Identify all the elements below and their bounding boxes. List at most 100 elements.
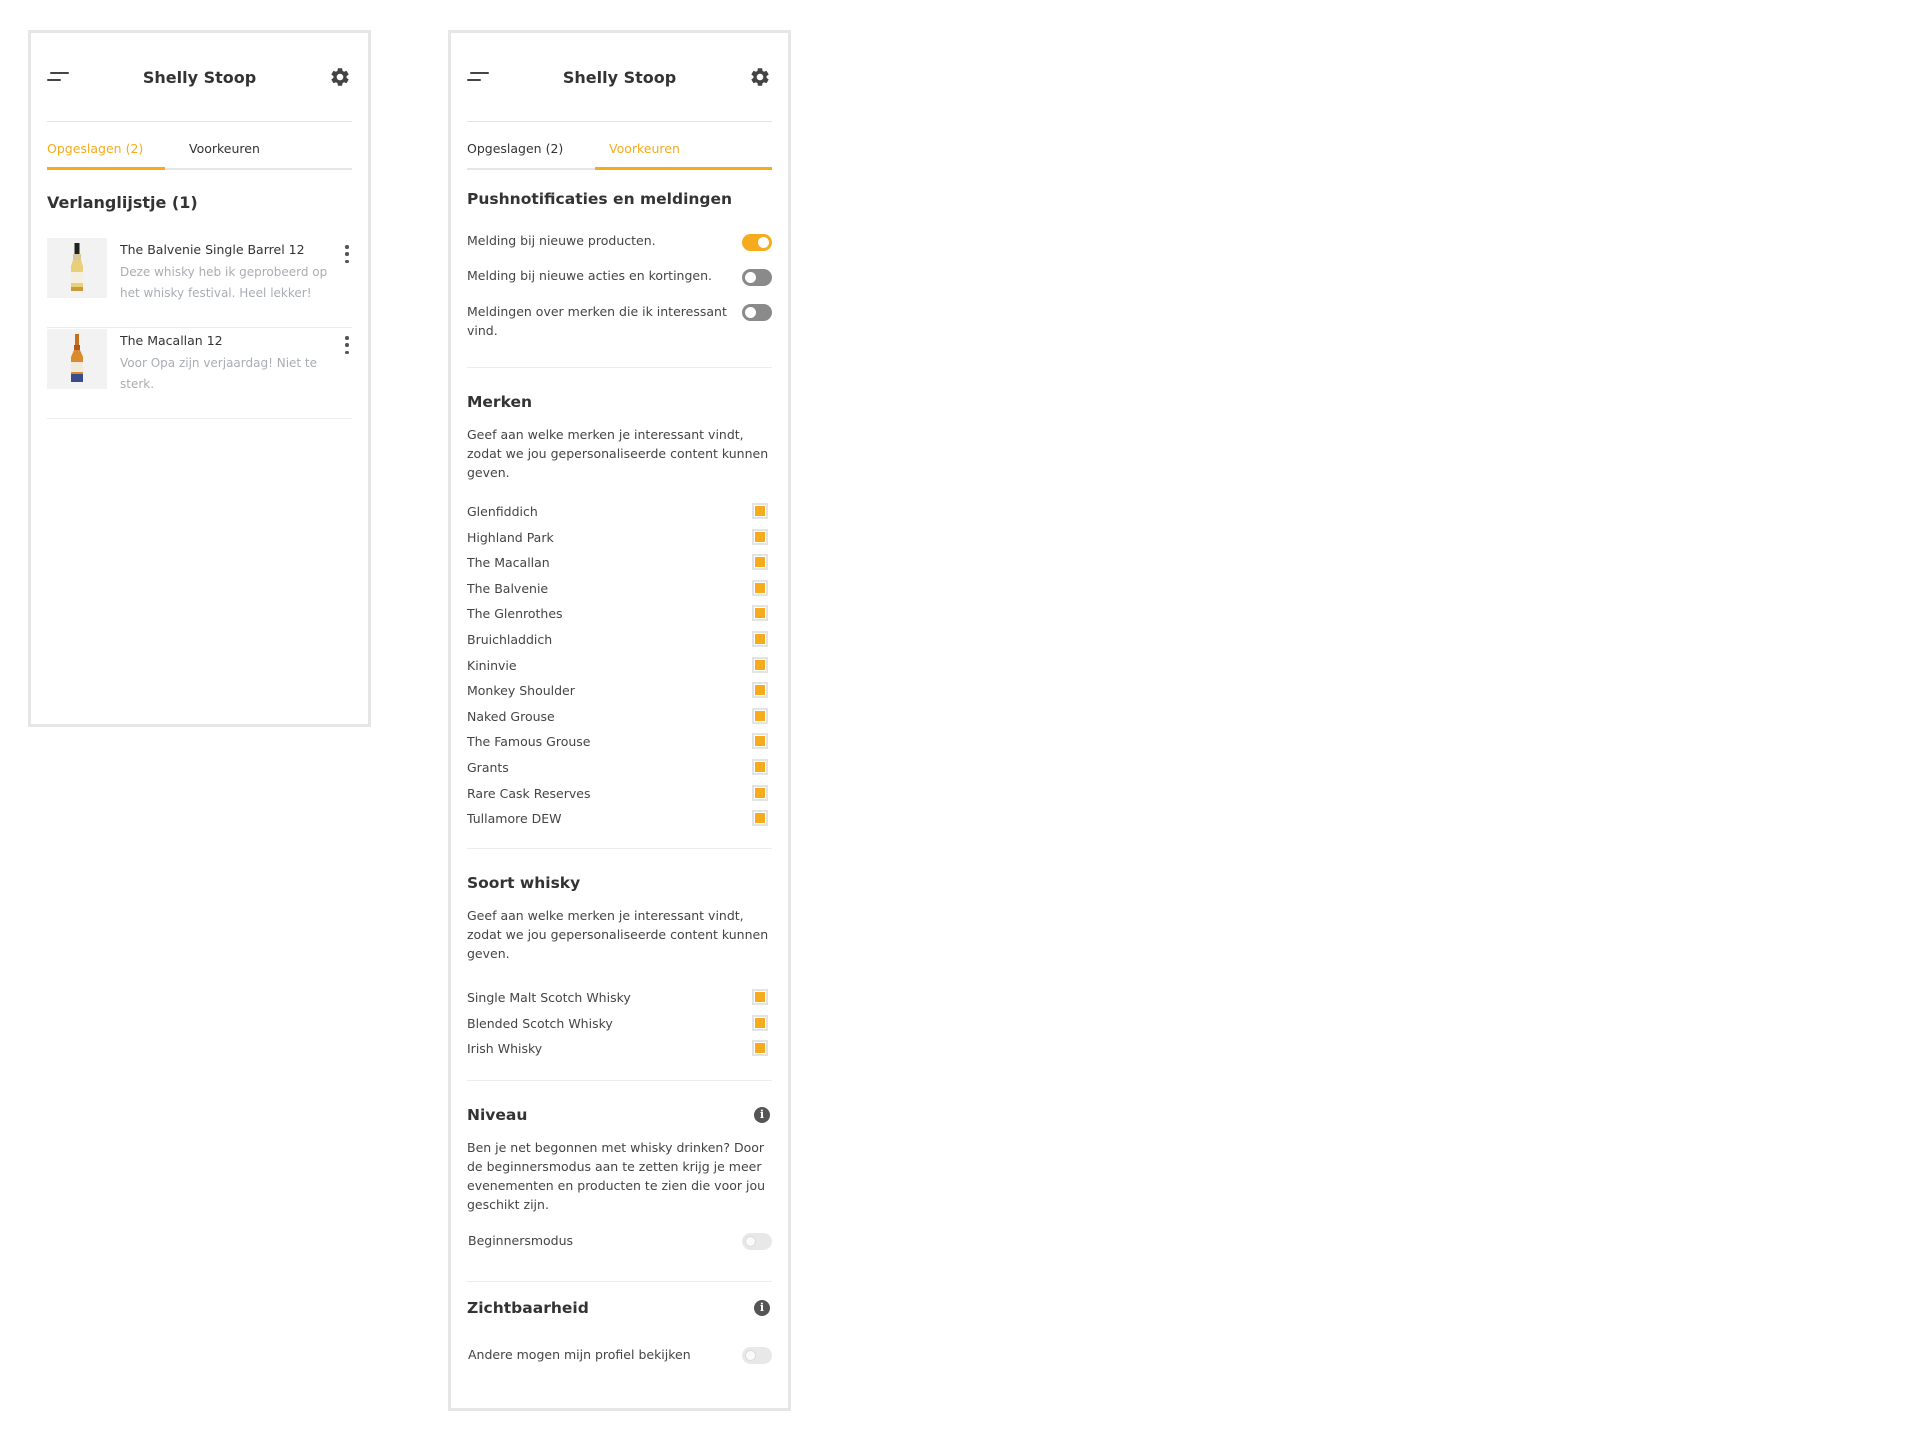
notification-brands-toggle[interactable] (742, 304, 772, 321)
whisky-type-label: Single Malt Scotch Whisky (467, 990, 631, 1005)
active-tab-indicator (595, 167, 772, 170)
section-divider (467, 848, 772, 849)
checkbox-check-mark (755, 787, 765, 798)
menu-icon[interactable] (467, 70, 491, 84)
brand-label: The Famous Grouse (467, 734, 591, 750)
section-divider (467, 367, 772, 368)
brand-checkbox[interactable] (752, 810, 768, 827)
checkbox-check-mark (755, 736, 765, 747)
more-options-icon[interactable] (342, 242, 352, 266)
brand-label: Grants (467, 760, 509, 775)
checkbox-check-mark (755, 557, 765, 568)
section-divider (467, 1080, 772, 1081)
preferences-screen: Shelly Stoop Opgeslagen (2) Voorkeuren P… (448, 30, 791, 1411)
brand-label: Tullamore DEW (467, 811, 562, 827)
brand-label: Naked Grouse (467, 708, 555, 724)
level-description: Ben je net begonnen met whisky drinken? … (467, 1140, 766, 1212)
info-icon[interactable]: i (754, 1107, 770, 1123)
beginner-mode-toggle[interactable] (742, 1233, 772, 1250)
whisky-type-label: Blended Scotch Whisky (467, 1015, 613, 1031)
bottle-thumbnail (47, 329, 107, 389)
checkbox-check-mark (755, 813, 765, 824)
checkbox-check-mark (755, 506, 765, 516)
brand-checkbox[interactable] (752, 528, 768, 545)
saved-screen: Shelly Stoop Opgeslagen (2) Voorkeuren V… (28, 30, 371, 727)
item-name: The Balvenie Single Barrel 12 (120, 242, 305, 257)
brand-checkbox[interactable] (752, 784, 768, 801)
tab-preferences[interactable]: Voorkeuren (189, 137, 260, 170)
checkbox-check-mark (755, 685, 765, 696)
brand-checkbox[interactable] (752, 707, 768, 724)
profile-visible-toggle[interactable] (742, 1347, 772, 1364)
brand-label: Kininvie (467, 657, 517, 673)
brand-label: Rare Cask Reserves (467, 785, 591, 801)
list-item[interactable]: The Balvenie Single Barrel 12 Deze whisk… (47, 238, 352, 328)
bottle-thumbnail (47, 238, 107, 298)
checkbox-check-mark (755, 710, 765, 721)
brand-checkbox[interactable] (752, 631, 768, 647)
profile-visible-label: Andere mogen mijn profiel bekijken (468, 1347, 691, 1362)
brand-checkbox[interactable] (752, 656, 768, 673)
whisky-type-checkbox[interactable] (752, 989, 768, 1005)
tab-saved[interactable]: Opgeslagen (2) (467, 137, 563, 170)
checkbox-check-mark (755, 992, 765, 1002)
section-divider (467, 1281, 772, 1282)
level-title: Niveau (467, 1106, 528, 1124)
tab-preferences[interactable]: Voorkeuren (609, 137, 680, 170)
brand-label: Monkey Shoulder (467, 683, 575, 699)
brand-label: The Balvenie (467, 580, 549, 596)
whisky-type-checkbox[interactable] (752, 1014, 768, 1031)
list-item[interactable]: The Macallan 12 Voor Opa zijn verjaardag… (47, 329, 352, 419)
menu-icon[interactable] (47, 70, 71, 84)
brand-label: Glenfiddich (467, 504, 538, 519)
brand-label: The Glenrothes (467, 606, 563, 622)
checkbox-check-mark (755, 659, 765, 670)
notifications-title: Pushnotificaties en meldingen (467, 190, 733, 208)
gear-icon[interactable] (748, 65, 772, 89)
checkbox-check-mark (755, 762, 765, 772)
checkbox-check-mark (755, 608, 765, 619)
tab-bar: Opgeslagen (2) Voorkeuren (47, 137, 352, 170)
item-note: Voor Opa zijn verjaardag! Niet te sterk. (120, 356, 318, 391)
page-title: Shelly Stoop (562, 67, 677, 87)
tab-saved[interactable]: Opgeslagen (2) (47, 137, 143, 170)
info-icon[interactable]: i (754, 1300, 770, 1316)
brand-checkbox[interactable] (752, 503, 768, 519)
whisky-type-description: Geef aan welke merken je interessant vin… (467, 908, 769, 961)
whisky-type-title: Soort whisky (467, 874, 581, 892)
brand-checkbox[interactable] (752, 759, 768, 775)
more-options-icon[interactable] (342, 333, 352, 357)
checkbox-check-mark (755, 582, 765, 593)
brand-checkbox[interactable] (752, 605, 768, 622)
item-name: The Macallan 12 (120, 333, 223, 348)
brands-title: Merken (467, 393, 533, 411)
brand-label: Bruichladdich (467, 632, 553, 647)
page-title: Shelly Stoop (142, 67, 257, 87)
notification-new-products-label: Melding bij nieuwe producten. (467, 233, 656, 248)
notification-promotions-toggle[interactable] (742, 269, 772, 286)
checkbox-check-mark (755, 1017, 765, 1028)
wishlist-title: Verlanglijstje (1) (47, 193, 198, 212)
checkbox-check-mark (755, 531, 765, 542)
checkbox-check-mark (755, 1043, 765, 1054)
visibility-title: Zichtbaarheid (467, 1299, 589, 1317)
brand-checkbox[interactable] (752, 733, 768, 750)
notification-new-products-toggle[interactable] (742, 234, 772, 251)
active-tab-indicator (47, 167, 165, 170)
brand-checkbox[interactable] (752, 682, 768, 699)
checkbox-check-mark (755, 634, 765, 644)
brand-checkbox[interactable] (752, 579, 768, 596)
brand-label: Highland Park (467, 529, 554, 545)
header-divider (467, 121, 772, 122)
brand-checkbox[interactable] (752, 554, 768, 571)
item-note: Deze whisky heb ik geprobeerd op het whi… (120, 265, 328, 300)
tab-bar: Opgeslagen (2) Voorkeuren (467, 137, 772, 170)
brands-description: Geef aan welke merken je interessant vin… (467, 427, 769, 480)
whisky-type-checkbox[interactable] (752, 1040, 768, 1057)
app-header: Shelly Stoop (467, 61, 772, 93)
beginner-mode-label: Beginnersmodus (468, 1233, 574, 1248)
notification-promotions-label: Melding bij nieuwe acties en kortingen. (467, 268, 713, 283)
header-divider (47, 121, 352, 122)
gear-icon[interactable] (328, 65, 352, 89)
whisky-type-label: Irish Whisky (467, 1041, 543, 1057)
